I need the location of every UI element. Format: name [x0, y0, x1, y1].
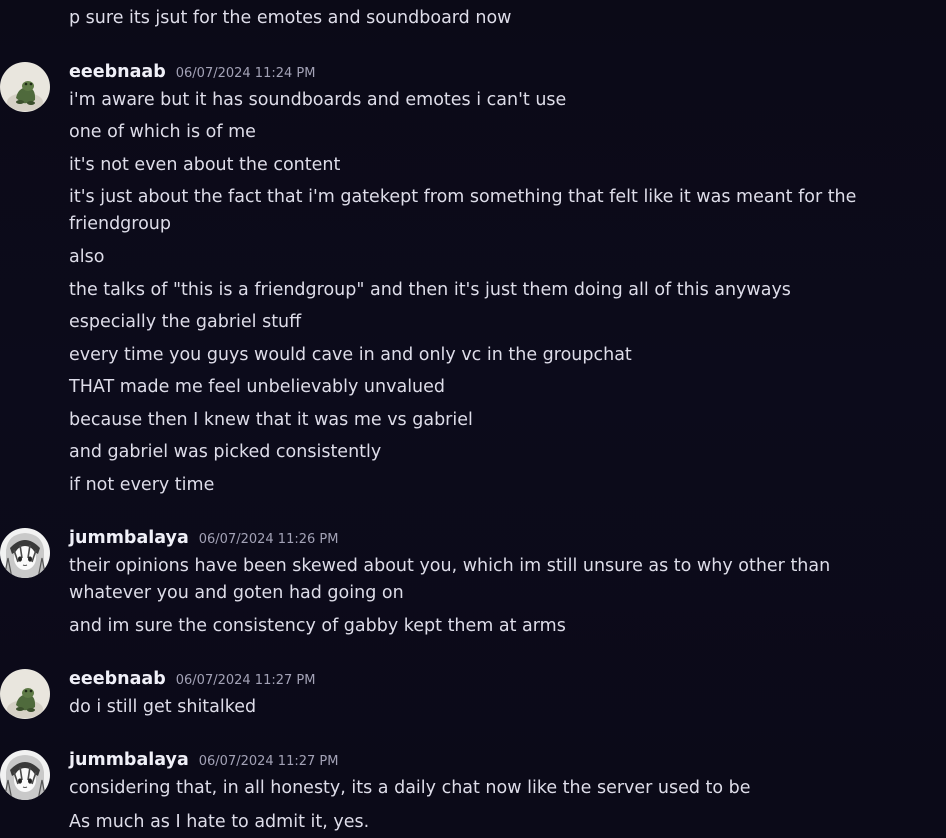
username[interactable]: jummbalaya	[69, 528, 189, 548]
message-header: eeebnaab 06/07/2024 11:27 PM	[69, 669, 315, 691]
frog-figure-avatar[interactable]	[0, 62, 50, 112]
message-line: it's just about the fact that i'm gateke…	[69, 187, 857, 234]
timestamp: 06/07/2024 11:27 PM	[198, 754, 339, 769]
message-line: p sure its jsut for the emotes and sound…	[69, 8, 512, 28]
message-line: do i still get shitalked	[69, 697, 257, 717]
anime-girl-icon	[0, 750, 50, 800]
message-header: eeebnaab 06/07/2024 11:24 PM	[69, 62, 315, 84]
message-header: jummbalaya 06/07/2024 11:27 PM	[69, 750, 338, 772]
message-line: one of which is of me	[69, 122, 256, 142]
message-line: because then I knew that it was me vs ga…	[69, 410, 473, 430]
chat-messages: p sure its jsut for the emotes and sound…	[0, 0, 946, 838]
message-line: and gabriel was picked consistently	[69, 442, 382, 462]
frog-figure-icon	[0, 669, 50, 719]
frog-figure-icon	[0, 62, 50, 112]
message-line: their opinions have been skewed about yo…	[69, 556, 831, 603]
frog-figure-avatar[interactable]	[0, 669, 50, 719]
message-line: every time you guys would cave in and on…	[69, 345, 632, 365]
anime-girl-avatar[interactable]	[0, 750, 50, 800]
timestamp: 06/07/2024 11:26 PM	[198, 532, 339, 547]
username[interactable]: eeebnaab	[69, 62, 166, 82]
message-line: and im sure the consistency of gabby kep…	[69, 616, 566, 636]
message-line: if not every time	[69, 475, 215, 495]
anime-girl-avatar[interactable]	[0, 528, 50, 578]
message-line: considering that, in all honesty, its a …	[69, 778, 751, 798]
message-line: THAT made me feel unbelievably unvalued	[69, 377, 446, 397]
username[interactable]: jummbalaya	[69, 750, 189, 770]
timestamp: 06/07/2024 11:24 PM	[175, 66, 316, 81]
username[interactable]: eeebnaab	[69, 669, 166, 689]
message-line: As much as I hate to admit it, yes.	[69, 812, 370, 832]
message-line: especially the gabriel stuff	[69, 312, 302, 332]
message-line: i'm aware but it has soundboards and emo…	[69, 90, 567, 110]
message-line: the talks of "this is a friendgroup" and…	[69, 280, 791, 300]
message-header: jummbalaya 06/07/2024 11:26 PM	[69, 528, 338, 550]
timestamp: 06/07/2024 11:27 PM	[175, 673, 316, 688]
message-line: it's not even about the content	[69, 155, 341, 175]
anime-girl-icon	[0, 528, 50, 578]
message-line: also	[69, 247, 105, 267]
